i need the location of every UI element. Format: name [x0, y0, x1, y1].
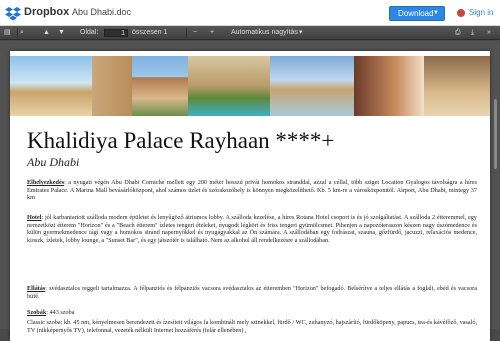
print-icon[interactable]: ⎙ — [455, 29, 461, 37]
board-label: Ellátás — [27, 285, 46, 292]
sign-in-link[interactable]: Sign in — [469, 8, 493, 17]
room-description: Classic szoba: kb. 45 nm, kényelmesen be… — [27, 319, 477, 334]
next-page-icon[interactable]: ▼ — [58, 29, 65, 37]
rooms-text: : 443 szoba — [46, 309, 75, 316]
more-icon[interactable]: » — [487, 29, 491, 37]
zoom-select[interactable]: Automatikus nagyítás — [231, 29, 298, 37]
document-viewer[interactable]: Khalidiya Palace Rayhaan ****+ Abu Dhabi… — [0, 41, 500, 341]
scrollbar-thumb[interactable] — [494, 99, 497, 169]
document-title: Khalidiya Palace Rayhaan ****+ — [27, 128, 335, 153]
zoom-out-button[interactable]: − — [193, 29, 197, 37]
download-button[interactable]: Download ▼ — [389, 6, 445, 21]
hotel-label: Hotel — [27, 214, 42, 221]
location-paragraph: Elhelyezkedés: a nyugati végén Abu Dhabi… — [27, 179, 477, 202]
hotel-text: : jól karbantartott szálloda modern épül… — [27, 214, 477, 244]
pool-photo — [188, 56, 270, 116]
lobby-photo — [424, 56, 490, 116]
brand-name[interactable]: Dropbox — [24, 6, 69, 18]
page-label: Oldal: — [80, 29, 99, 36]
board-paragraph: Ellátás: svédasztalos reggeli tartalmazz… — [27, 285, 477, 300]
interior-photo — [92, 56, 132, 116]
chevron-down-icon: ▼ — [433, 10, 439, 16]
user-icon — [457, 9, 465, 17]
previous-page-icon[interactable]: ▲ — [43, 29, 50, 37]
hotel-photo-strip — [10, 56, 490, 116]
zoom-in-button[interactable]: + — [210, 29, 214, 37]
location-text: : a nyugati végén Abu Dhabi Corniche mel… — [27, 179, 477, 202]
divider — [186, 28, 187, 38]
divider — [17, 28, 18, 38]
search-icon[interactable]: ⌕ — [20, 29, 24, 37]
file-name: Abu Dhabi.doc — [72, 7, 132, 17]
beach-photo — [10, 56, 92, 116]
sidebar-toggle-icon[interactable]: ▤ — [4, 29, 11, 37]
pdf-toolbar: ▤ ⌕ ▲ ▼ Oldal: 1 összesen 1 − + Automati… — [0, 26, 500, 40]
hotel-paragraph: Hotel: jól karbantartott szálloda modern… — [27, 214, 477, 244]
download-icon[interactable]: ⤓ — [471, 29, 474, 37]
document-page: Khalidiya Palace Rayhaan ****+ Abu Dhabi… — [10, 51, 490, 341]
download-label: Download — [398, 9, 434, 18]
page-total: összesen 1 — [132, 29, 168, 36]
hotel-exterior-photo — [132, 56, 188, 116]
resort-photo — [270, 56, 354, 116]
rooms-paragraph: Szobák: 443 szoba — [27, 309, 477, 317]
board-text: : svédasztalos reggeli tartalmazza. A fé… — [27, 285, 477, 300]
dropbox-logo-icon[interactable] — [5, 5, 21, 21]
top-bar: Dropbox Abu Dhabi.doc Download ▼ Sign in — [0, 0, 500, 26]
document-subtitle: Abu Dhabi — [27, 155, 80, 169]
page-number-input[interactable]: 1 — [104, 29, 128, 37]
location-label: Elhelyezkedés — [27, 179, 65, 186]
room-photo — [354, 56, 424, 116]
rooms-label: Szobák — [27, 309, 47, 316]
zoom-dropdown-icon[interactable]: ▾ — [299, 29, 303, 37]
